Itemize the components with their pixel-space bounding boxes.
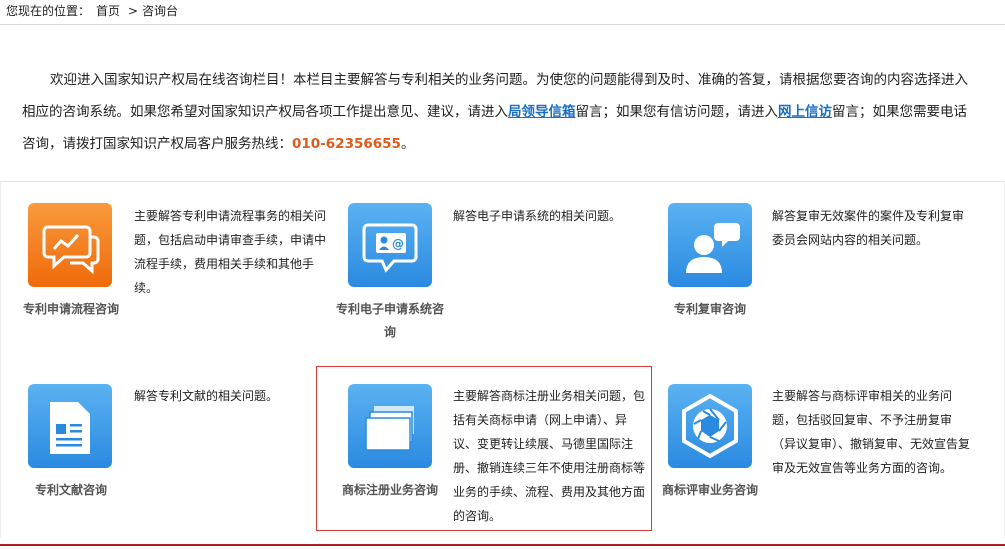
contact-card-chat-icon: @ [362, 223, 418, 273]
item-title[interactable]: 商标注册业务咨询 [334, 479, 446, 502]
svg-text:@: @ [392, 237, 404, 251]
trademark-review-consult-tile[interactable] [668, 384, 752, 468]
breadcrumb-home-link[interactable]: 首页 [96, 4, 120, 18]
item-description: 解答电子申请系统的相关问题。 [453, 209, 622, 223]
breadcrumb-separator: > [128, 4, 139, 18]
item-description: 主要解答商标注册业务相关问题，包括有关商标申请（网上申请）、异议、变更转让续展、… [453, 389, 646, 523]
breadcrumb: 您现在的位置： 首页 > 咨询台 [0, 0, 1005, 25]
intro-part-4: 。 [400, 136, 415, 152]
item-description: 主要解答与商标评审相关的业务问题，包括驳回复审、不予注册复审（异议复审）、撤销复… [772, 389, 971, 475]
patent-review-consult-tile[interactable] [668, 203, 752, 287]
item-description: 主要解答专利申请流程事务的相关问题，包括启动申请审查手续，申请中流程手续，费用相… [134, 209, 327, 295]
item-title[interactable]: 商标评审业务咨询 [655, 479, 765, 502]
hotline-number: 010-62356655 [292, 136, 401, 152]
item-description: 解答专利文献的相关问题。 [134, 389, 279, 403]
intro-text: 欢迎进入国家知识产权局在线咨询栏目！本栏目主要解答与专利相关的业务问题。为使您的… [22, 64, 970, 160]
patent-e-filing-consult-tile[interactable]: @ [348, 203, 432, 287]
aperture-hexagon-icon [682, 393, 738, 459]
patent-process-consult-tile[interactable] [28, 203, 112, 287]
item-title[interactable]: 专利复审咨询 [655, 298, 765, 321]
leader-mailbox-link[interactable]: 局领导信箱 [508, 104, 576, 120]
item-title[interactable]: 专利电子申请系统咨询 [334, 298, 446, 344]
trademark-registration-consult-tile[interactable] [348, 384, 432, 468]
patent-literature-consult-tile[interactable] [28, 384, 112, 468]
document-icon [50, 402, 90, 454]
bottom-divider [0, 538, 1005, 549]
chart-chat-icon [42, 225, 100, 275]
person-speech-icon [686, 223, 740, 273]
breadcrumb-prefix: 您现在的位置： [6, 4, 91, 18]
intro-part-2: 留言；如果您有信访问题，请进入 [575, 104, 779, 120]
stacked-cards-icon [365, 406, 414, 451]
breadcrumb-current: 咨询台 [142, 4, 179, 18]
item-description: 解答复审无效案件的案件及专利复审委员会网站内容的相关问题。 [772, 209, 965, 247]
item-title[interactable]: 专利申请流程咨询 [16, 298, 126, 321]
online-petition-link[interactable]: 网上信访 [778, 104, 832, 120]
item-title[interactable]: 专利文献咨询 [16, 479, 126, 502]
